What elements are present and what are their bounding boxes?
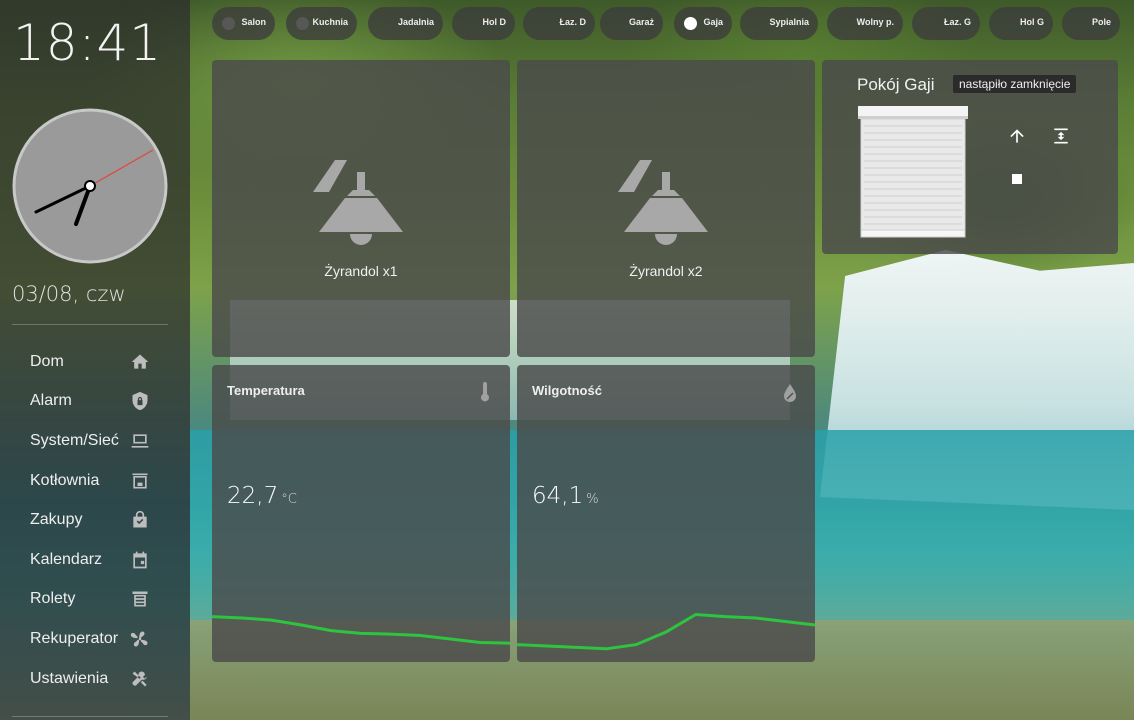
sensor-title: Wilgotność: [532, 383, 602, 398]
sensor-value: 22,7 °C: [227, 483, 297, 509]
room-chip-wolny-p[interactable]: Wolny p.: [827, 7, 903, 40]
sidebar-nav: Dom Alarm System/Sieć Kotłownia Zakupy K…: [0, 342, 190, 698]
cover-card-pokoj-gaji[interactable]: Pokój Gaji nastąpiło zamknięcie: [822, 60, 1118, 254]
cover-stop-button[interactable]: [1004, 166, 1030, 192]
room-chip-label: Łaz. D: [559, 17, 586, 27]
sidebar-item-rekuperator[interactable]: Rekuperator: [0, 619, 190, 659]
cover-open-button[interactable]: [1004, 123, 1030, 149]
sidebar-item-kalendarz[interactable]: Kalendarz: [0, 540, 190, 580]
room-chip-label: Łaz. G: [943, 17, 971, 27]
sidebar-item-label: Alarm: [30, 392, 72, 410]
room-chip-label: Kuchnia: [312, 17, 348, 27]
sidebar-item-label: System/Sieć: [30, 431, 119, 449]
light-card-zyrandol-x2[interactable]: Żyrandol x2: [517, 60, 815, 357]
room-status-dot: [222, 17, 235, 30]
room-chip-hol-d[interactable]: Hol D: [452, 7, 515, 40]
ceiling-light-icon: [618, 160, 708, 245]
sidebar-divider: [12, 716, 168, 717]
sidebar-item-label: Rekuperator: [30, 629, 119, 647]
cover-title: Pokój Gaji: [857, 75, 935, 94]
light-card-zyrandol-x1[interactable]: Żyrandol x1: [212, 60, 510, 357]
cover-state-badge: nastąpiło zamknięcie: [953, 75, 1077, 93]
calendar-icon: [130, 550, 150, 570]
sidebar-item-alarm[interactable]: Alarm: [0, 382, 190, 422]
room-chip-label: Garaż: [628, 17, 654, 27]
room-chip-label: Salon: [241, 17, 266, 27]
room-chip-label: Gaja: [703, 17, 723, 27]
monitor-icon: [130, 431, 150, 451]
stop-icon: [1012, 174, 1022, 184]
room-chip-garaz[interactable]: Garaż: [600, 7, 663, 40]
ceiling-light-icon: [313, 160, 403, 245]
home-icon: [130, 352, 150, 372]
light-name: Żyrandol x2: [629, 263, 703, 279]
sidebar-item-ustawienia[interactable]: Ustawienia: [0, 659, 190, 699]
room-chip-laz-d[interactable]: Łaz. D: [523, 7, 595, 40]
tools-icon: [130, 669, 150, 689]
graph-line: [212, 615, 510, 645]
furnace-icon: [130, 471, 150, 491]
room-chip-sypialnia[interactable]: Sypialnia: [740, 7, 818, 40]
sidebar-item-dom[interactable]: Dom: [0, 342, 190, 382]
sidebar-item-label: Ustawienia: [30, 669, 109, 687]
room-chip-label: Hol D: [482, 17, 507, 27]
room-status-dot: [684, 17, 697, 30]
shopping-bag-icon: [130, 510, 150, 530]
sensor-history-graph: [212, 615, 510, 645]
sidebar-item-kotlownia[interactable]: Kotłownia: [0, 461, 190, 501]
room-chip-gaja[interactable]: Gaja: [674, 7, 732, 40]
fan-icon: [130, 629, 150, 649]
room-chip-salon[interactable]: Salon: [212, 7, 275, 40]
sidebar-item-label: Kalendarz: [30, 550, 103, 568]
sensor-history-graph: [517, 612, 815, 651]
room-chip-pole[interactable]: Pole: [1062, 7, 1120, 40]
sidebar-divider: [12, 324, 168, 325]
current-date: 03/08, czw: [12, 282, 126, 306]
arrow-expand-vertical-icon: [1054, 128, 1068, 144]
shield-lock-icon: [130, 391, 150, 411]
sidebar-item-system-siec[interactable]: System/Sieć: [0, 421, 190, 461]
sensor-card-humidity[interactable]: Wilgotność 64,1%: [517, 365, 815, 662]
room-chip-label: Wolny p.: [856, 17, 894, 27]
room-chip-label: Sypialnia: [769, 17, 809, 27]
room-chip-laz-g[interactable]: Łaz. G: [912, 7, 980, 40]
room-chip-label: Hol G: [1020, 17, 1044, 27]
sidebar-item-zakupy[interactable]: Zakupy: [0, 500, 190, 540]
graph-line: [517, 612, 815, 651]
water-percent-icon: [784, 384, 796, 402]
room-chip-label: Pole: [1091, 17, 1111, 27]
room-chip-hol-g[interactable]: Hol G: [989, 7, 1053, 40]
room-chip-label: Jadalnia: [397, 17, 434, 27]
light-name: Żyrandol x1: [324, 263, 398, 279]
current-time: 18:41: [13, 14, 163, 72]
arrow-up-icon: [1010, 129, 1024, 143]
sidebar-item-label: Rolety: [30, 590, 76, 608]
sidebar: 18:41 03/08, czw Dom Alarm System/Sieć K…: [0, 0, 190, 720]
cover-open-tilt-button[interactable]: [1048, 123, 1074, 149]
analog-clock: [12, 108, 168, 264]
room-chip-jadalnia[interactable]: Jadalnia: [368, 7, 443, 40]
sensor-card-temperature[interactable]: Temperatura 22,7 °C: [212, 365, 510, 662]
sidebar-item-rolety[interactable]: Rolety: [0, 580, 190, 620]
sensor-value: 64,1%: [532, 483, 599, 509]
sidebar-item-label: Dom: [30, 352, 64, 370]
blinds-icon: [130, 589, 150, 609]
roller-shutter-image: [858, 106, 968, 238]
sensor-title: Temperatura: [227, 383, 305, 398]
thermometer-icon: [481, 382, 489, 402]
sidebar-item-label: Kotłownia: [30, 471, 100, 489]
room-chip-kuchnia[interactable]: Kuchnia: [286, 7, 357, 40]
sidebar-item-label: Zakupy: [30, 511, 83, 529]
room-status-dot: [296, 17, 309, 30]
